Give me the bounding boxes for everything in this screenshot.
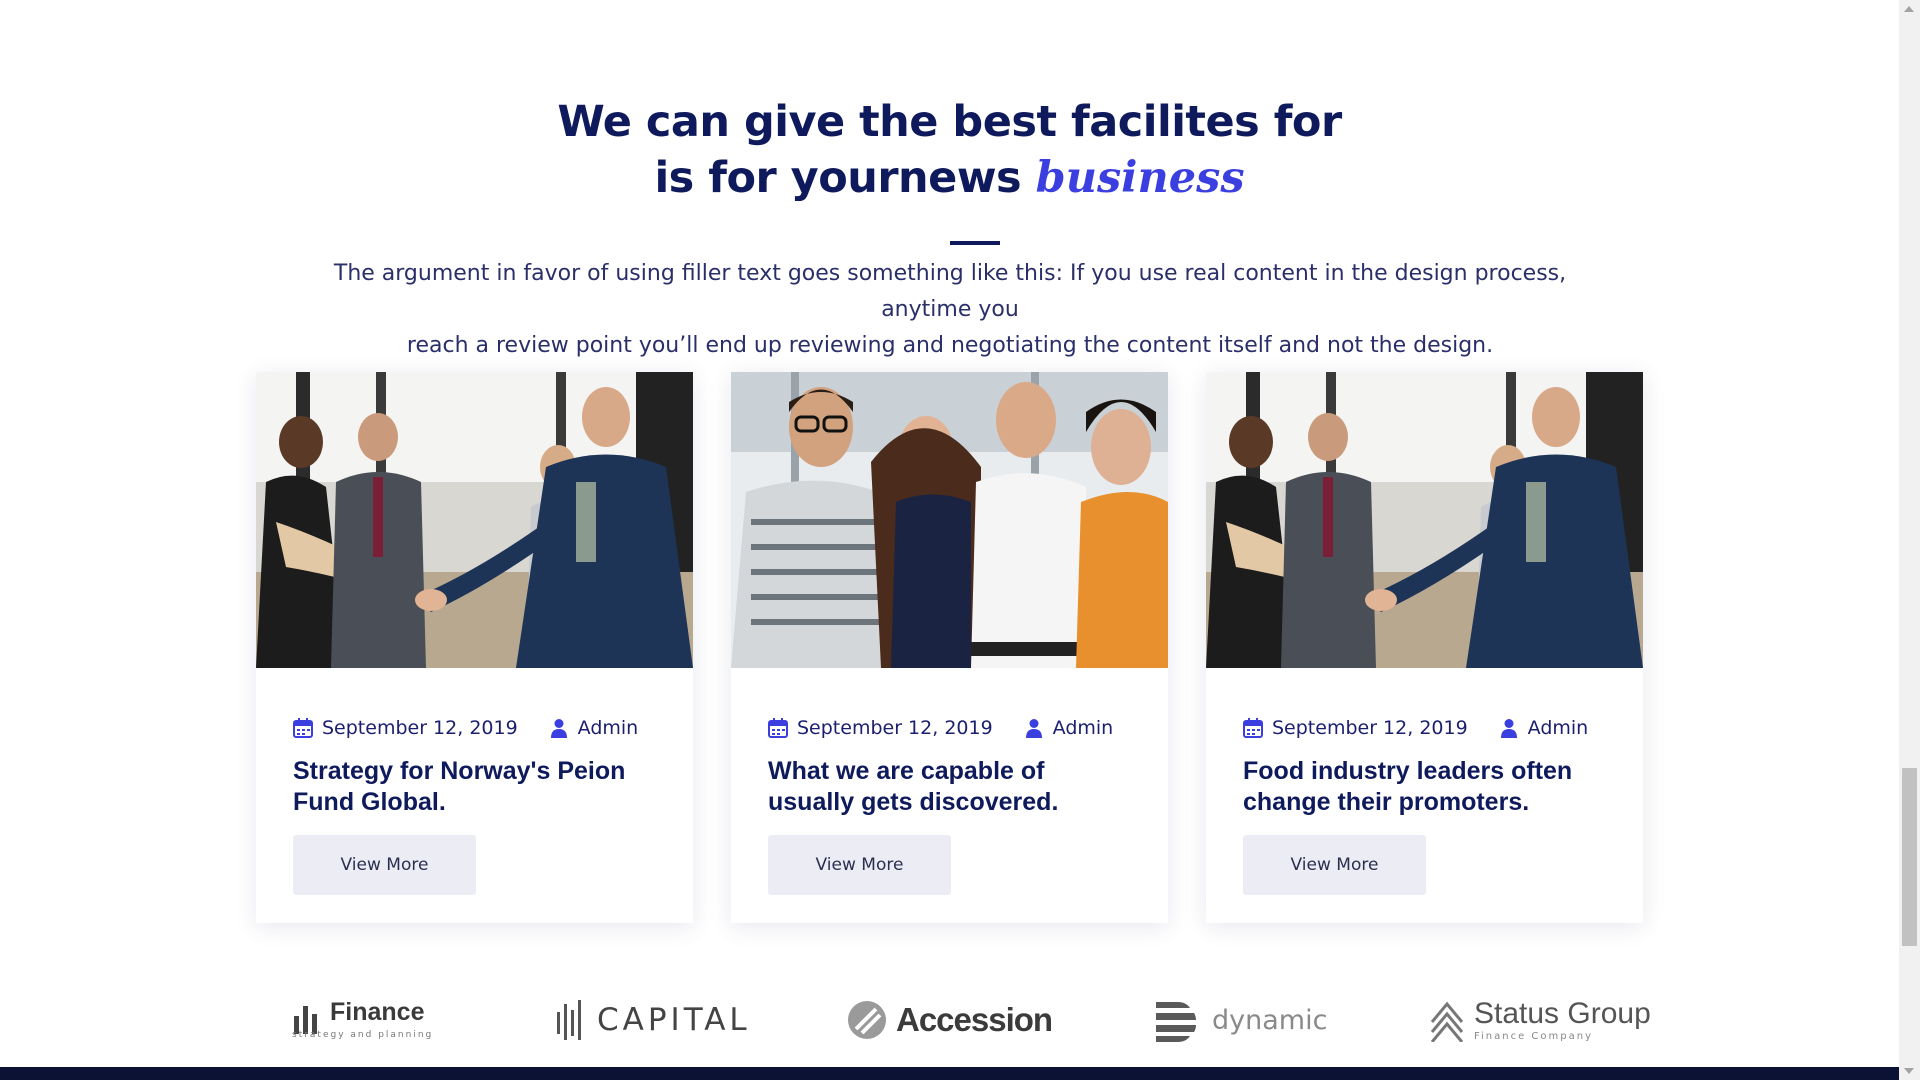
heading-line-2: is for yournews: [654, 153, 1022, 203]
post-author[interactable]: Admin: [1053, 717, 1114, 739]
post-author[interactable]: Admin: [1528, 717, 1589, 739]
post-title-line-2: usually gets discovered.: [768, 788, 1059, 816]
post-author[interactable]: Admin: [578, 717, 639, 739]
team-photo: [731, 372, 1168, 668]
footer-bar: [0, 1067, 1899, 1080]
post-title-line-2: Fund Global.: [293, 788, 446, 816]
logo-accession[interactable]: Accession: [846, 985, 1053, 1055]
post-title-line-1: What we are capable of: [768, 757, 1045, 785]
view-more-button[interactable]: View More: [1243, 835, 1426, 895]
calendar-icon: [1243, 718, 1263, 738]
heading-divider: [950, 241, 1000, 245]
user-icon: [550, 719, 567, 738]
logo-finance[interactable]: Finance strategy and planning: [292, 985, 433, 1055]
logo-finance-tagline: strategy and planning: [292, 1030, 434, 1040]
post-photo[interactable]: [1206, 372, 1643, 668]
post-date: September 12, 2019: [797, 717, 993, 739]
post-title[interactable]: What we are capable of usually gets disc…: [768, 756, 1138, 818]
handshake-photo: [1206, 372, 1643, 668]
blog-card: September 12, 2019 Admin What we are cap…: [731, 372, 1168, 923]
logo-capital-name: CAPITAL: [597, 1002, 751, 1038]
post-date: September 12, 2019: [322, 717, 518, 739]
post-title-line-1: Food industry leaders often: [1243, 757, 1573, 785]
logo-capital[interactable]: CAPITAL: [555, 985, 751, 1055]
chevrons-icon: [1430, 1001, 1464, 1042]
bars-icon: [557, 1000, 581, 1040]
section-heading: We can give the best facilites for is fo…: [0, 94, 1899, 206]
circle-slash-icon: [848, 1001, 886, 1039]
post-title[interactable]: Strategy for Norway's Peion Fund Global.: [293, 756, 663, 818]
post-photo[interactable]: [256, 372, 693, 668]
logo-status-group-tagline: Finance Company: [1474, 1030, 1594, 1042]
logo-accession-name: Accession: [896, 1001, 1053, 1038]
user-icon: [1500, 719, 1517, 738]
logo-finance-name: Finance: [330, 998, 425, 1026]
heading-accent: business: [1035, 153, 1245, 203]
logo-dynamic[interactable]: dynamic: [1156, 985, 1327, 1055]
handshake-photo: [256, 372, 693, 668]
logo-status-group[interactable]: Status Group Finance Company: [1430, 985, 1651, 1055]
stripes-icon: [1156, 1002, 1196, 1042]
post-title[interactable]: Food industry leaders often change their…: [1243, 756, 1613, 818]
view-more-button[interactable]: View More: [768, 835, 951, 895]
scroll-down-arrow-icon[interactable]: [1904, 1068, 1914, 1074]
post-photo[interactable]: [731, 372, 1168, 668]
logo-status-group-name: Status Group: [1474, 996, 1651, 1030]
post-meta: September 12, 2019 Admin: [293, 713, 638, 743]
post-meta: September 12, 2019 Admin: [1243, 713, 1588, 743]
scroll-up-arrow-icon[interactable]: [1904, 6, 1914, 12]
scrollbar-thumb[interactable]: [1902, 768, 1917, 946]
calendar-icon: [768, 718, 788, 738]
blog-card: September 12, 2019 Admin Strategy for No…: [256, 372, 693, 923]
user-icon: [1025, 719, 1042, 738]
lead-line-1: The argument in favor of using filler te…: [333, 261, 1567, 322]
heading-line-1: We can give the best facilites for: [557, 97, 1342, 147]
partner-logos: Finance strategy and planning CAPITAL Ac…: [0, 985, 1899, 1055]
calendar-icon: [293, 718, 313, 738]
view-more-button[interactable]: View More: [293, 835, 476, 895]
page: We can give the best facilites for is fo…: [0, 0, 1899, 1080]
section-lead: The argument in favor of using filler te…: [300, 256, 1600, 364]
post-date: September 12, 2019: [1272, 717, 1468, 739]
post-title-line-2: change their promoters.: [1243, 788, 1530, 816]
lead-line-2: reach a review point you’ll end up revie…: [406, 333, 1494, 358]
vertical-scrollbar[interactable]: [1899, 0, 1920, 1080]
post-title-line-1: Strategy for Norway's Peion: [293, 757, 626, 785]
post-meta: September 12, 2019 Admin: [768, 713, 1113, 743]
blog-card: September 12, 2019 Admin Food industry l…: [1206, 372, 1643, 923]
logo-dynamic-name: dynamic: [1212, 1004, 1328, 1036]
